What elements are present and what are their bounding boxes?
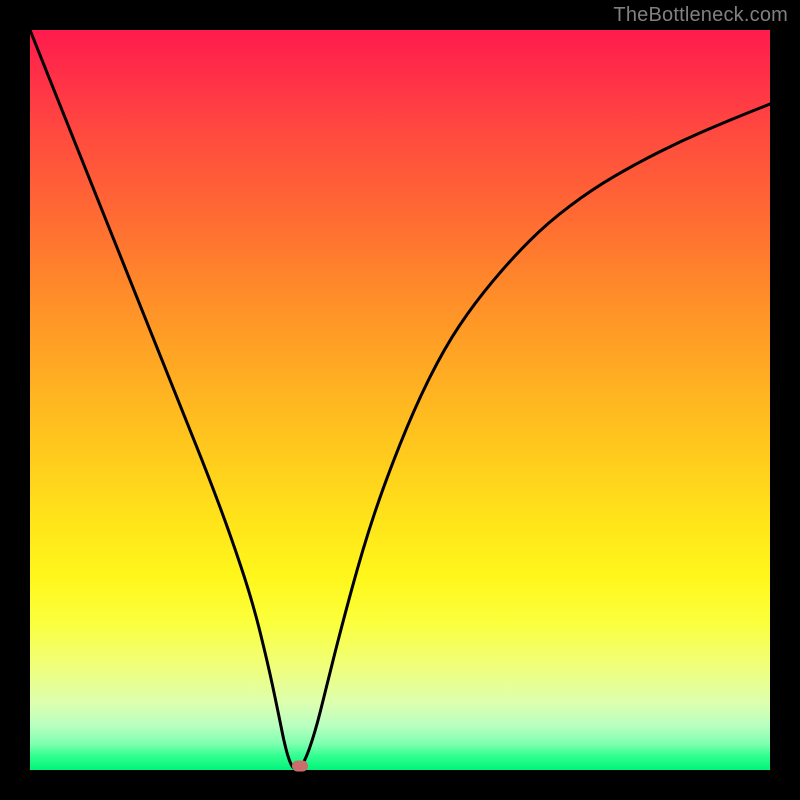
curve-svg [30,30,770,770]
bottleneck-marker [292,760,308,771]
watermark-text: TheBottleneck.com [613,4,788,27]
chart-frame: TheBottleneck.com [0,0,800,800]
plot-area [30,30,770,770]
bottleneck-curve-path [30,30,770,769]
